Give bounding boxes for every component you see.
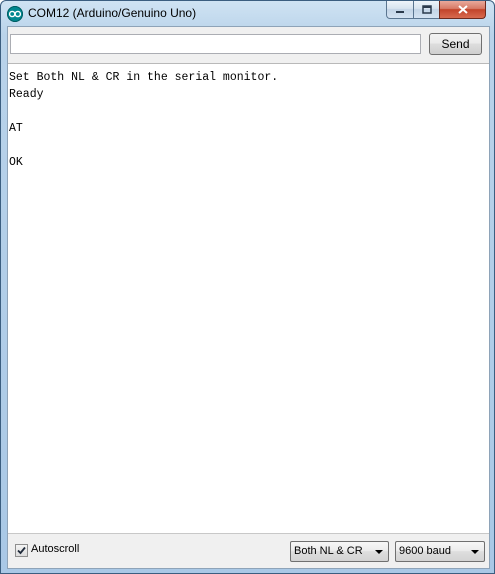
minimize-button[interactable] bbox=[386, 1, 414, 19]
output-line: Set Both NL & CR in the serial monitor. bbox=[9, 71, 279, 84]
autoscroll-checkbox[interactable] bbox=[15, 544, 28, 557]
maximize-button[interactable] bbox=[413, 1, 440, 19]
baud-rate-select[interactable]: 9600 baud bbox=[395, 541, 485, 562]
line-ending-value: Both NL & CR bbox=[294, 545, 363, 557]
close-icon bbox=[457, 5, 468, 14]
send-button[interactable]: Send bbox=[429, 33, 482, 55]
output-line: AT bbox=[9, 122, 23, 135]
serial-output[interactable]: Set Both NL & CR in the serial monitor. … bbox=[8, 64, 489, 534]
serial-input[interactable] bbox=[10, 34, 421, 54]
serial-monitor-window: COM12 (Arduino/Genuino Uno) Send Set Bot… bbox=[0, 0, 495, 574]
title-bar[interactable]: COM12 (Arduino/Genuino Uno) bbox=[1, 1, 494, 26]
chevron-down-icon bbox=[375, 550, 383, 554]
output-line: Ready bbox=[9, 88, 44, 101]
arduino-logo-icon bbox=[7, 6, 23, 22]
window-title: COM12 (Arduino/Genuino Uno) bbox=[28, 6, 197, 20]
input-bar: Send bbox=[8, 27, 489, 64]
line-ending-select[interactable]: Both NL & CR bbox=[290, 541, 389, 562]
serial-monitor-client: Send Set Both NL & CR in the serial moni… bbox=[7, 26, 490, 569]
output-line: OK bbox=[9, 156, 23, 169]
close-button[interactable] bbox=[439, 1, 486, 19]
minimize-icon bbox=[396, 10, 404, 13]
autoscroll-label[interactable]: Autoscroll bbox=[31, 543, 79, 555]
status-bar: Autoscroll Both NL & CR 9600 baud bbox=[8, 533, 489, 568]
checkmark-icon bbox=[17, 546, 26, 555]
baud-rate-value: 9600 baud bbox=[399, 545, 451, 557]
chevron-down-icon bbox=[471, 550, 479, 554]
maximize-icon bbox=[421, 5, 432, 14]
